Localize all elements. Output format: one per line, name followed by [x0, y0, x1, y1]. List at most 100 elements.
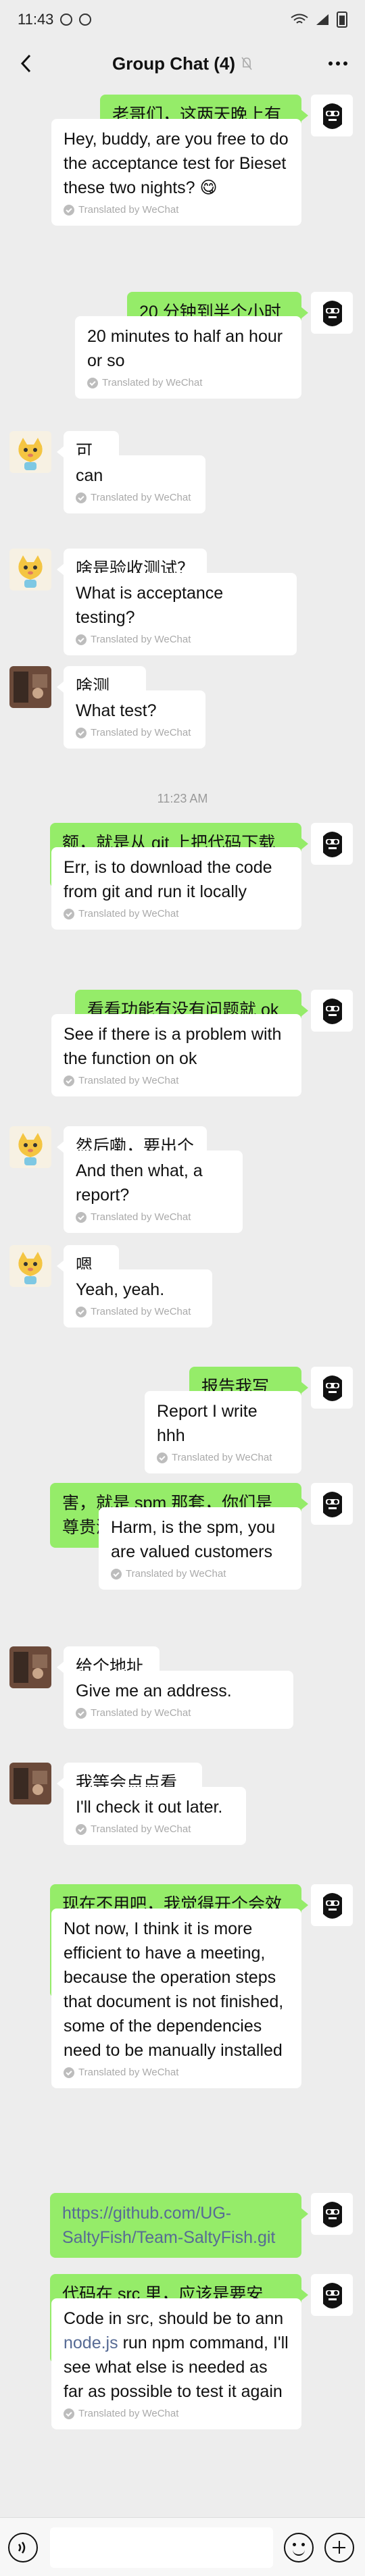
check-icon [76, 728, 87, 738]
avatar[interactable] [9, 1126, 51, 1168]
chevron-left-icon [20, 54, 31, 73]
check-icon [64, 2067, 74, 2078]
avatar[interactable] [311, 823, 353, 865]
link-text[interactable]: node.js [64, 2333, 118, 2352]
translation-note: Translated by WeChat [76, 1706, 281, 1721]
translation-text-part: Code in src, should be to ann [64, 2309, 284, 2328]
translation-note: Translated by WeChat [64, 2406, 289, 2421]
check-icon [76, 1708, 87, 1719]
avatar[interactable] [311, 95, 353, 136]
translation-note: Translated by WeChat [76, 1210, 230, 1225]
status-right [291, 11, 347, 28]
translation-text: Err, is to download the code from git an… [64, 858, 272, 901]
more-dots-icon[interactable] [323, 49, 353, 78]
back-button[interactable] [11, 49, 41, 78]
translation-note: Translated by WeChat [87, 376, 289, 390]
message-input[interactable] [50, 2527, 273, 2568]
check-icon [157, 1453, 168, 1463]
translation-note-text: Translated by WeChat [78, 204, 179, 216]
translation-note: Translated by WeChat [76, 1822, 234, 1837]
translation-bubble[interactable]: Code in src, should be to ann node.js ru… [51, 2298, 301, 2429]
translation-bubble[interactable]: Hey, buddy, are you free to do the accep… [51, 119, 301, 226]
translation-bubble[interactable]: And then what, a report? Translated by We… [64, 1151, 243, 1233]
avatar[interactable] [311, 2274, 353, 2316]
translation-bubble[interactable]: Report I write hhh Translated by WeChat [145, 1391, 301, 1473]
translation-bubble[interactable]: Err, is to download the code from git an… [51, 847, 301, 930]
translation-note-text: Translated by WeChat [91, 1211, 191, 1223]
voice-icon[interactable] [8, 2533, 38, 2562]
translation-text: See if there is a problem with the funct… [64, 1025, 282, 1068]
time-separator: 11:23 AM [157, 792, 208, 805]
translation-bubble[interactable]: See if there is a problem with the funct… [51, 1014, 301, 1096]
check-icon [76, 634, 87, 645]
translation-bubble[interactable]: Harm, is the spm, you are valued custome… [99, 1507, 301, 1590]
check-icon [76, 1824, 87, 1835]
translation-note: Translated by WeChat [76, 490, 193, 505]
mute-bell-icon [241, 57, 252, 70]
check-icon [76, 1212, 87, 1223]
avatar[interactable] [311, 1367, 353, 1409]
translation-text: I'll check it out later. [76, 1798, 223, 1817]
translation-bubble[interactable]: Give me an address. Translated by WeChat [64, 1671, 293, 1729]
translation-bubble[interactable]: What is acceptance testing? Translated by… [64, 573, 297, 655]
avatar[interactable] [311, 1884, 353, 1926]
chat-title: Group Chat (4) [112, 53, 235, 74]
avatar[interactable] [9, 1245, 51, 1287]
translation-bubble[interactable]: What test? Translated by WeChat [64, 690, 205, 749]
translation-text: And then what, a report? [76, 1161, 203, 1205]
avatar[interactable] [9, 549, 51, 590]
translation-note-text: Translated by WeChat [91, 634, 191, 645]
translation-text: Report I write hhh [157, 1402, 258, 1445]
notification-icon [60, 14, 73, 26]
translation-text: Yeah, yeah. [76, 1280, 165, 1299]
check-icon [64, 205, 74, 216]
check-icon [111, 1569, 122, 1580]
translation-note: Translated by WeChat [64, 2065, 289, 2080]
chat-header: Group Chat (4) [0, 39, 365, 88]
check-icon [64, 1076, 74, 1086]
avatar[interactable] [311, 292, 353, 334]
avatar[interactable] [9, 1646, 51, 1688]
translation-note-text: Translated by WeChat [78, 908, 179, 919]
wechat-notification-icon [79, 14, 92, 26]
translation-text: Give me an address. [76, 1682, 232, 1700]
wifi-icon [291, 14, 308, 24]
plus-icon[interactable] [324, 2533, 354, 2562]
translation-note-text: Translated by WeChat [91, 492, 191, 503]
translation-bubble[interactable]: 20 minutes to half an hour or so Translat… [75, 316, 301, 399]
translation-note: Translated by WeChat [76, 1305, 200, 1319]
translation-note-text: Translated by WeChat [91, 1306, 191, 1317]
signal-icon [316, 14, 328, 25]
translation-bubble[interactable]: can Translated by WeChat [64, 455, 205, 513]
avatar[interactable] [311, 2193, 353, 2235]
avatar[interactable] [9, 1763, 51, 1804]
translation-text: can [76, 466, 103, 485]
status-time: 11:43 [18, 11, 54, 28]
emoji-icon[interactable] [284, 2533, 314, 2562]
translation-note: Translated by WeChat [64, 203, 289, 218]
check-icon [64, 2408, 74, 2419]
translation-text: What is acceptance testing? [76, 584, 224, 627]
avatar[interactable] [9, 666, 51, 708]
translation-text: What test? [76, 701, 157, 720]
status-left: 11:43 [18, 11, 92, 28]
check-icon [64, 909, 74, 919]
message-bubble[interactable]: https://github.com/UG-SaltyFish/Team-Sal… [50, 2193, 308, 2258]
avatar[interactable] [9, 431, 51, 473]
translation-bubble[interactable]: Yeah, yeah. Translated by WeChat [64, 1269, 212, 1328]
avatar[interactable] [311, 990, 353, 1032]
status-bar: 11:43 [0, 0, 365, 39]
link-text[interactable]: https://github.com/UG-SaltyFish/Team-Sal… [62, 2204, 275, 2247]
input-bar [0, 2517, 365, 2576]
check-icon [87, 378, 98, 388]
translation-bubble[interactable]: I'll check it out later. Translated by We… [64, 1787, 246, 1845]
translation-bubble[interactable]: Not now, I think it is more efficient to… [51, 1909, 301, 2088]
check-icon [76, 1307, 87, 1317]
avatar[interactable] [311, 1483, 353, 1525]
translation-note-text: Translated by WeChat [91, 1707, 191, 1719]
translation-note-text: Translated by WeChat [78, 1075, 179, 1086]
translation-note-text: Translated by WeChat [172, 1452, 272, 1463]
translation-note-text: Translated by WeChat [78, 2408, 179, 2419]
translation-note-text: Translated by WeChat [91, 727, 191, 738]
translation-text: Not now, I think it is more efficient to… [64, 1919, 284, 2060]
